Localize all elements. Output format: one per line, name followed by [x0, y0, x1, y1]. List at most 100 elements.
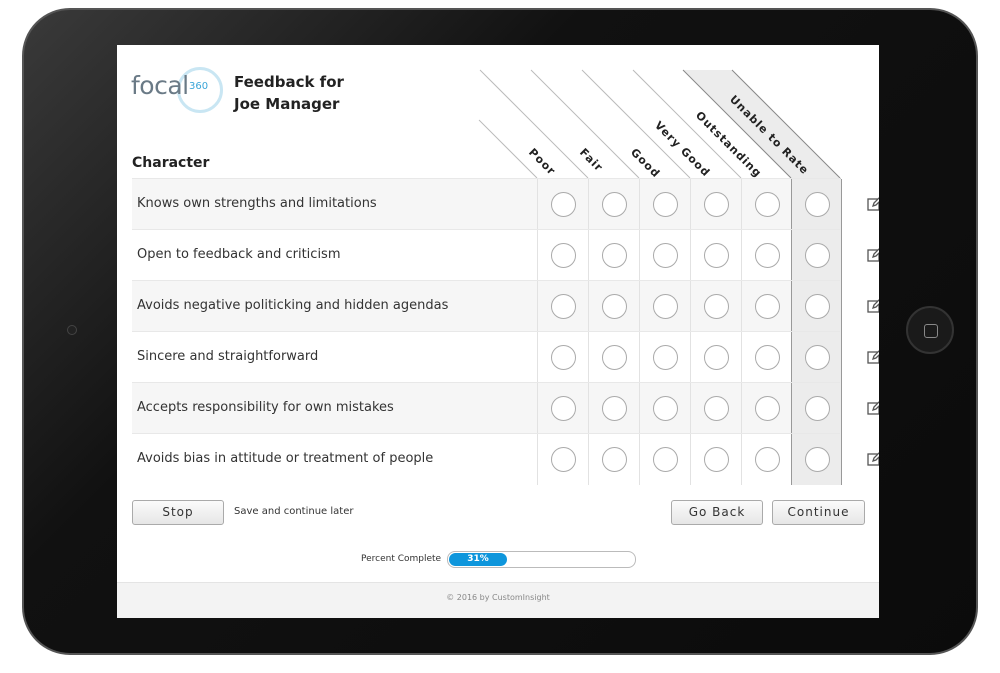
- rating-cell: [537, 281, 588, 332]
- row-label: Knows own strengths and limitations: [137, 196, 377, 211]
- rating-cell: [588, 332, 639, 383]
- row-label: Avoids negative politicking and hidden a…: [137, 298, 449, 313]
- rating-cell: [537, 230, 588, 281]
- camera-icon: [67, 325, 77, 335]
- rating-cell: [791, 383, 842, 434]
- radio-poor[interactable]: [551, 396, 576, 421]
- row-label: Avoids bias in attitude or treatment of …: [137, 451, 434, 466]
- radio-good[interactable]: [653, 243, 678, 268]
- rating-cell: [690, 434, 741, 485]
- rating-cell: [639, 332, 690, 383]
- radio-unable-to-rate[interactable]: [805, 243, 830, 268]
- row-label: Open to feedback and criticism: [137, 247, 341, 262]
- radio-poor[interactable]: [551, 447, 576, 472]
- rating-cell: [791, 332, 842, 383]
- edit-comment-icon[interactable]: [866, 399, 879, 417]
- radio-very-good[interactable]: [704, 294, 729, 319]
- table-row: Avoids bias in attitude or treatment of …: [132, 433, 879, 485]
- rating-cell: [639, 230, 690, 281]
- rating-cell: [588, 383, 639, 434]
- row-label: Sincere and straightforward: [137, 349, 319, 364]
- radio-poor[interactable]: [551, 294, 576, 319]
- radio-unable-to-rate[interactable]: [805, 192, 830, 217]
- radio-poor[interactable]: [551, 243, 576, 268]
- radio-outstanding[interactable]: [755, 396, 780, 421]
- radio-good[interactable]: [653, 345, 678, 370]
- rating-cell: [690, 281, 741, 332]
- radio-fair[interactable]: [602, 192, 627, 217]
- radio-unable-to-rate[interactable]: [805, 396, 830, 421]
- rating-cell: [537, 332, 588, 383]
- radio-very-good[interactable]: [704, 243, 729, 268]
- radio-very-good[interactable]: [704, 345, 729, 370]
- rating-cell: [588, 281, 639, 332]
- rating-cell: [791, 230, 842, 281]
- rating-cell: [741, 383, 792, 434]
- radio-unable-to-rate[interactable]: [805, 294, 830, 319]
- radio-fair[interactable]: [602, 294, 627, 319]
- progress-bar: 31%: [447, 551, 636, 568]
- radio-fair[interactable]: [602, 243, 627, 268]
- row-label: Accepts responsibility for own mistakes: [137, 400, 394, 415]
- radio-fair[interactable]: [602, 345, 627, 370]
- footer: © 2016 by CustomInsight: [117, 582, 879, 618]
- rating-cell: [741, 434, 792, 485]
- radio-good[interactable]: [653, 294, 678, 319]
- rating-cell: [791, 179, 842, 230]
- radio-poor[interactable]: [551, 345, 576, 370]
- continue-button[interactable]: Continue: [772, 500, 865, 525]
- radio-very-good[interactable]: [704, 396, 729, 421]
- rating-cell: [690, 332, 741, 383]
- progress-fill: 31%: [449, 553, 507, 566]
- radio-very-good[interactable]: [704, 447, 729, 472]
- progress-label: Percent Complete: [361, 554, 442, 564]
- table-row: Accepts responsibility for own mistakes: [132, 382, 879, 434]
- table-row: Open to feedback and criticism: [132, 229, 879, 281]
- rating-cell: [639, 383, 690, 434]
- edit-comment-icon[interactable]: [866, 195, 879, 213]
- rating-cell: [741, 281, 792, 332]
- rating-cell: [639, 434, 690, 485]
- rating-cell: [791, 281, 842, 332]
- radio-good[interactable]: [653, 396, 678, 421]
- rating-cell: [690, 179, 741, 230]
- table-row: Sincere and straightforward: [132, 331, 879, 383]
- go-back-button[interactable]: Go Back: [671, 500, 763, 525]
- home-button[interactable]: [906, 306, 954, 354]
- rating-cell: [537, 179, 588, 230]
- radio-unable-to-rate[interactable]: [805, 447, 830, 472]
- rating-cell: [639, 179, 690, 230]
- radio-outstanding[interactable]: [755, 192, 780, 217]
- survey-screen: focal 360 Feedback for Joe Manager Poor F…: [117, 45, 879, 618]
- save-later-text: Save and continue later: [234, 506, 354, 517]
- rating-cell: [537, 383, 588, 434]
- radio-outstanding[interactable]: [755, 345, 780, 370]
- radio-outstanding[interactable]: [755, 294, 780, 319]
- radio-fair[interactable]: [602, 396, 627, 421]
- stop-button[interactable]: Stop: [132, 500, 224, 525]
- radio-good[interactable]: [653, 447, 678, 472]
- rating-cell: [741, 179, 792, 230]
- rating-cell: [741, 230, 792, 281]
- radio-outstanding[interactable]: [755, 243, 780, 268]
- radio-fair[interactable]: [602, 447, 627, 472]
- rating-cell: [588, 179, 639, 230]
- radio-unable-to-rate[interactable]: [805, 345, 830, 370]
- radio-outstanding[interactable]: [755, 447, 780, 472]
- table-row: Avoids negative politicking and hidden a…: [132, 280, 879, 332]
- rating-cell: [639, 281, 690, 332]
- rating-cell: [690, 383, 741, 434]
- edit-comment-icon[interactable]: [866, 348, 879, 366]
- section-title: Character: [132, 155, 210, 171]
- radio-very-good[interactable]: [704, 192, 729, 217]
- column-header-lines: [478, 69, 841, 185]
- radio-good[interactable]: [653, 192, 678, 217]
- rating-cell: [690, 230, 741, 281]
- edit-comment-icon[interactable]: [866, 297, 879, 315]
- column-divider-line: [478, 119, 538, 179]
- table-row: Knows own strengths and limitations: [132, 178, 879, 230]
- rating-cell: [588, 434, 639, 485]
- edit-comment-icon[interactable]: [866, 450, 879, 468]
- radio-poor[interactable]: [551, 192, 576, 217]
- edit-comment-icon[interactable]: [866, 246, 879, 264]
